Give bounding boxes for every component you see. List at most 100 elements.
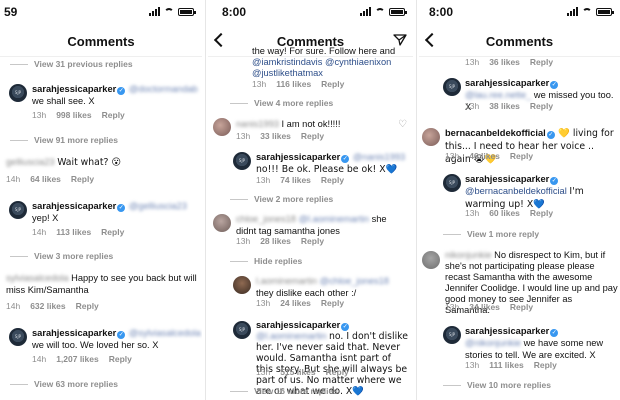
like-count[interactable]: 116 likes	[276, 79, 311, 89]
view-more-replies[interactable]: View 91 more replies	[10, 135, 118, 145]
reply-button[interactable]: Reply	[101, 227, 124, 237]
reply-button[interactable]: Reply	[530, 208, 553, 218]
like-count[interactable]: 28 likes	[260, 236, 291, 246]
reply-button[interactable]: Reply	[321, 298, 344, 308]
comment-text: we will too. We loved her so. X	[32, 340, 159, 350]
reply-button[interactable]: Reply	[530, 101, 553, 111]
reply-button[interactable]: Reply	[301, 236, 324, 246]
username[interactable]: sarahjessicaparker	[465, 326, 549, 336]
like-count[interactable]: 111 likes	[489, 360, 524, 370]
reply-button[interactable]: Reply	[534, 360, 557, 370]
battery-icon	[389, 8, 407, 16]
view-more-replies[interactable]: View 2 more replies	[230, 194, 333, 204]
mention[interactable]: @lau.ree.nette_	[465, 90, 531, 100]
username[interactable]: sarahjessicaparker	[32, 201, 116, 211]
view-more-replies[interactable]: View 1 more reply	[443, 229, 539, 239]
send-icon[interactable]	[393, 34, 407, 46]
reply-button[interactable]: Reply	[321, 79, 344, 89]
view-more-replies[interactable]: View 4 more replies	[230, 98, 333, 108]
avatar[interactable]	[443, 78, 461, 96]
reply-button[interactable]: Reply	[301, 131, 324, 141]
page-title: Comments	[67, 34, 135, 49]
like-count[interactable]: 113 likes	[56, 227, 91, 237]
like-count[interactable]: 34 likes	[469, 302, 500, 312]
username[interactable]: sylviasalcedola	[6, 273, 69, 283]
like-count[interactable]: 36 likes	[489, 57, 520, 67]
reply-button[interactable]: Reply	[102, 110, 125, 120]
mention[interactable]: @sylviasalcedola	[129, 328, 201, 338]
reply-button[interactable]: Reply	[530, 57, 553, 67]
username[interactable]: sarahjessicaparker	[465, 78, 549, 88]
like-count[interactable]: 60 likes	[489, 208, 520, 218]
like-count[interactable]: 24 likes	[280, 298, 311, 308]
reply-button[interactable]: Reply	[76, 301, 99, 311]
mention[interactable]: @cynthiaenixon	[325, 57, 391, 67]
mention[interactable]: @gelliuscia23	[129, 201, 187, 211]
username[interactable]: sarahjessicaparker	[32, 328, 116, 338]
reply-button[interactable]: Reply	[326, 367, 349, 377]
username[interactable]: nikonjunkie	[445, 250, 492, 260]
avatar[interactable]	[9, 328, 27, 346]
comment-text: the way! For sure. Follow here and	[252, 46, 396, 56]
like-count[interactable]: 38 likes	[489, 101, 520, 111]
username[interactable]: bernacanbeldekofficial	[445, 128, 546, 138]
view-more-replies[interactable]: View 10 more replies	[443, 380, 551, 390]
view-previous-replies[interactable]: View 31 previous replies	[10, 59, 133, 69]
hide-replies-button[interactable]: Hide replies	[230, 256, 302, 266]
like-count[interactable]: 515 likes	[280, 367, 315, 377]
view-more-replies[interactable]: View 63 more replies	[10, 379, 118, 389]
avatar[interactable]	[213, 118, 231, 136]
avatar[interactable]	[422, 251, 440, 269]
avatar[interactable]	[233, 276, 251, 294]
like-count[interactable]: 1,207 likes	[56, 354, 99, 364]
reply-button[interactable]: Reply	[71, 174, 94, 184]
signal-icon	[149, 7, 160, 16]
reply-button[interactable]: Reply	[510, 151, 533, 161]
reply-button[interactable]: Reply	[321, 175, 344, 185]
like-count[interactable]: 632 likes	[30, 301, 65, 311]
like-heart-icon[interactable]	[398, 119, 407, 131]
username[interactable]: gelliuscia23	[6, 157, 55, 167]
avatar[interactable]	[9, 201, 27, 219]
comments-screen-1: 59 Comments View 31 previous replies sar…	[0, 0, 202, 400]
verified-icon: ✓	[117, 204, 126, 212]
mention[interactable]: @l.aominemartin	[299, 214, 369, 224]
avatar[interactable]	[233, 321, 251, 339]
mention[interactable]: @doctormandab	[129, 84, 198, 94]
mention[interactable]: @l.aominemartin	[256, 331, 326, 341]
like-count[interactable]: 64 likes	[30, 174, 61, 184]
avatar[interactable]	[9, 84, 27, 102]
mention[interactable]: @nanis1993	[353, 152, 405, 162]
username[interactable]: sarahjessicaparker	[465, 174, 549, 184]
battery-icon	[596, 8, 614, 16]
username[interactable]: sarahjessicaparker	[256, 152, 340, 162]
reply-button[interactable]: Reply	[510, 302, 533, 312]
verified-icon: ✓	[117, 331, 126, 339]
avatar[interactable]	[443, 174, 461, 192]
username[interactable]: nanis1993	[236, 119, 279, 129]
view-more-replies[interactable]: View 3 more replies	[10, 251, 113, 261]
mention[interactable]: @iamkristindavis	[252, 57, 322, 67]
view-more-replies[interactable]: View 16 more replies	[230, 386, 338, 396]
avatar[interactable]	[213, 214, 231, 232]
mention[interactable]: @justlikethatmax	[252, 68, 323, 78]
comment-time: 14h	[6, 174, 21, 184]
avatar[interactable]	[443, 326, 461, 344]
comment-text: I am not ok!!!!!	[281, 119, 341, 129]
username[interactable]: sarahjessicaparker	[256, 320, 340, 330]
reply-button[interactable]: Reply	[109, 354, 132, 364]
username[interactable]: sarahjessicaparker	[32, 84, 116, 94]
like-count[interactable]: 74 likes	[280, 175, 311, 185]
username[interactable]: l.aominemartin	[256, 276, 317, 286]
mention[interactable]: @chloe_jones18	[320, 276, 389, 286]
like-count[interactable]: 33 likes	[260, 131, 291, 141]
username[interactable]: chloe_jones18	[236, 214, 296, 224]
avatar[interactable]	[422, 128, 440, 146]
verified-icon: ✓	[550, 81, 559, 89]
comment-time: 13h	[445, 302, 460, 312]
mention[interactable]: @nikonjunkie	[465, 338, 521, 348]
like-count[interactable]: 998 likes	[56, 110, 91, 120]
avatar[interactable]	[233, 152, 251, 170]
mention[interactable]: @bernacanbeldekofficial	[465, 186, 567, 196]
like-count[interactable]: 46 likes	[469, 151, 500, 161]
